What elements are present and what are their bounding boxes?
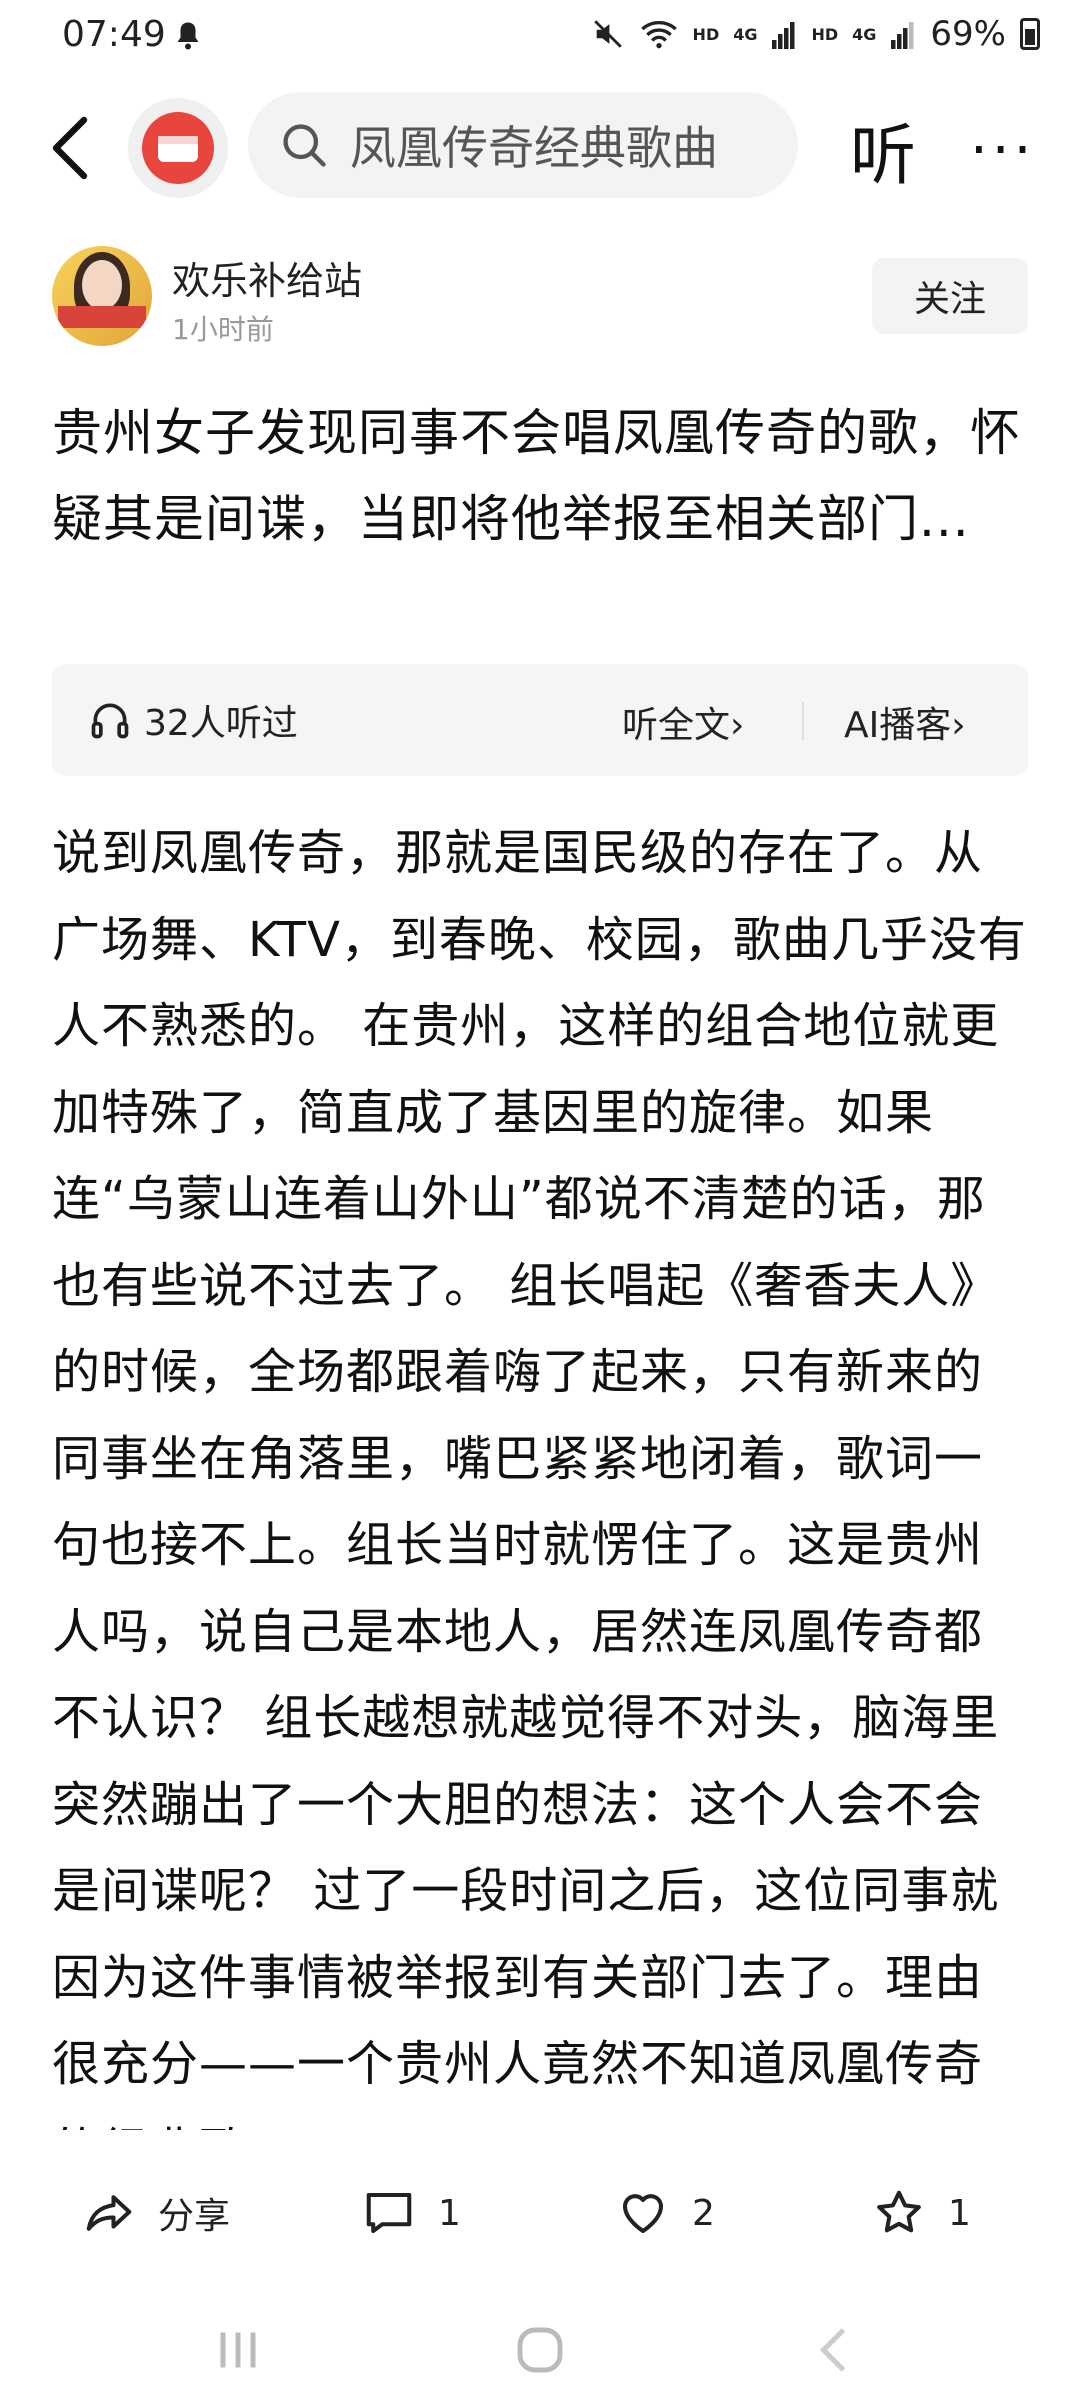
network-4g-label-1: 4G	[733, 24, 758, 44]
app-logo-button[interactable]	[128, 98, 228, 198]
headphones-icon	[91, 703, 129, 739]
article-body: 说到凤凰传奇，那就是国民级的存在了。从广场舞、KTV，到春晚、校园，歌曲几乎没有…	[52, 825, 1027, 2130]
listener-count: 32人听过	[88, 694, 298, 746]
comment-button[interactable]: 1	[362, 2186, 461, 2240]
alarm-bell-icon	[177, 22, 199, 50]
status-time: 07:49	[62, 14, 166, 55]
wifi-icon	[640, 21, 677, 49]
chevron-right-icon: ›	[951, 705, 966, 746]
signal-icon-1	[772, 22, 795, 49]
article-title: 贵州女子发现同事不会唱凤凰传奇的歌，怀疑其是间谍，当即将他举报至相关部门...	[52, 404, 1021, 548]
chevron-left-icon	[52, 116, 88, 180]
like-button[interactable]: 2	[616, 2186, 715, 2240]
action-bar: 分享 1 2 1	[0, 2164, 1080, 2264]
share-label: 分享	[158, 2196, 231, 2237]
signal-icon-2	[891, 22, 914, 49]
network-4g-label-2: 4G	[852, 24, 877, 44]
chevron-right-icon: ›	[730, 705, 745, 746]
avatar[interactable]	[52, 246, 152, 346]
heart-icon	[622, 2194, 664, 2234]
search-input[interactable]	[348, 117, 792, 173]
status-indicators: HD 4G HD 4G 69%	[591, 14, 1040, 54]
toutiao-logo-icon	[142, 112, 214, 184]
back-nav-icon[interactable]	[806, 2320, 866, 2380]
mute-icon	[593, 20, 622, 48]
system-nav-bar	[0, 2300, 1080, 2400]
home-icon[interactable]	[510, 2320, 570, 2380]
follow-button[interactable]: 关注	[872, 258, 1028, 334]
author-row: 欢乐补给站 1小时前 关注	[52, 246, 1028, 356]
post-time: 1小时前	[172, 313, 274, 346]
top-nav: 听 ···	[0, 88, 1080, 208]
battery-percent: 69%	[930, 14, 1006, 54]
ai-podcast-label: AI播客	[844, 705, 952, 746]
listener-count-text: 32人听过	[144, 703, 298, 744]
status-bar: 07:49 HD 4G HD 4G 69%	[0, 0, 1080, 72]
author-name[interactable]: 欢乐补给站	[172, 250, 362, 305]
more-options-button[interactable]: ···	[970, 118, 1035, 183]
like-count: 2	[692, 2192, 715, 2234]
favorite-count: 1	[948, 2192, 971, 2234]
search-bar[interactable]	[248, 92, 798, 198]
battery-icon	[1020, 18, 1040, 50]
hd-label-2: HD	[811, 24, 839, 44]
star-icon	[877, 2190, 921, 2233]
listen-button[interactable]: 听	[850, 102, 916, 198]
recent-apps-icon[interactable]	[208, 2320, 268, 2380]
search-icon	[283, 124, 326, 167]
audio-bar: 32人听过 听全文› AI播客›	[52, 664, 1028, 776]
comment-icon	[366, 2192, 412, 2234]
comment-count: 1	[438, 2192, 461, 2234]
back-button[interactable]	[40, 108, 100, 188]
listen-full-text-label: 听全文	[622, 705, 731, 746]
favorite-button[interactable]: 1	[872, 2186, 971, 2240]
share-button[interactable]: 分享	[82, 2186, 230, 2240]
hd-label-1: HD	[692, 24, 720, 44]
listen-full-text-button[interactable]: 听全文›	[622, 696, 744, 748]
share-icon	[86, 2195, 132, 2231]
divider	[802, 702, 804, 740]
ai-podcast-button[interactable]: AI播客›	[844, 696, 966, 748]
